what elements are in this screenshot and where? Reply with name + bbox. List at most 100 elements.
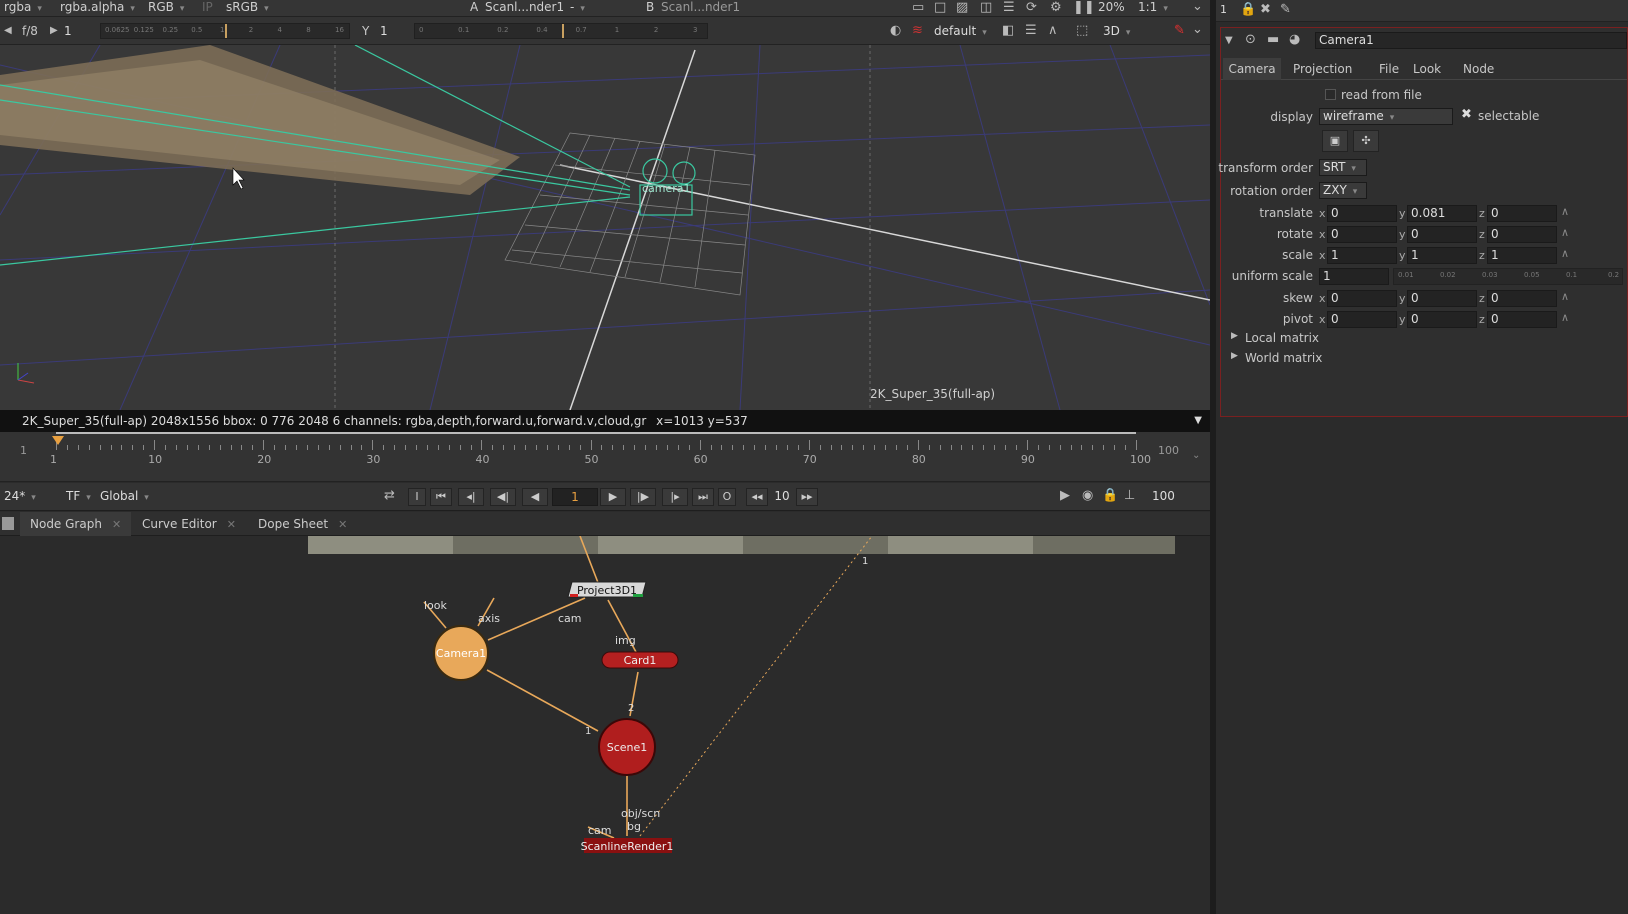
refresh-icon[interactable]: ⟳: [1026, 1, 1037, 15]
alpha-dropdown[interactable]: rgba.alpha: [60, 0, 135, 17]
wipe-icon[interactable]: ◫: [980, 1, 992, 15]
first-frame-button[interactable]: ⏮: [430, 488, 452, 506]
color-icon[interactable]: ◕: [1289, 33, 1300, 47]
channels-dropdown[interactable]: rgba: [4, 0, 42, 17]
prev-key-button[interactable]: ◂|: [458, 488, 484, 506]
close-icon[interactable]: ✕: [338, 518, 347, 531]
zoom-dropdown[interactable]: 20%: [1098, 0, 1125, 17]
tab-curve-editor[interactable]: Curve Editor ✕: [132, 512, 246, 536]
scanlinerender-node[interactable]: ScanlineRender1: [581, 838, 674, 853]
display-dropdown[interactable]: wireframe: [1319, 108, 1453, 125]
scale-z-input[interactable]: 1: [1487, 247, 1557, 264]
settings-icon[interactable]: ⚙: [1050, 1, 1062, 15]
skew-y-input[interactable]: 0: [1407, 290, 1477, 307]
read-from-file-checkbox[interactable]: [1325, 89, 1336, 100]
scope-dropdown[interactable]: Global: [100, 489, 149, 503]
gain-slider[interactable]: 0.0625 0.125 0.25 0.5 1 2 4 8 16: [100, 23, 350, 39]
record-icon[interactable]: ◉: [1082, 489, 1093, 503]
timeline-ruler[interactable]: 1 10 20 30 40 50 60 70 80 90 100: [50, 432, 1151, 482]
expand-triangle-icon[interactable]: ▶: [1231, 351, 1238, 361]
loop-icon[interactable]: ⇄: [384, 489, 395, 503]
close-all-icon[interactable]: ✖: [1260, 3, 1271, 17]
lock-icon[interactable]: 🔒: [1102, 489, 1118, 503]
animation-menu-icon[interactable]: ∧: [1561, 205, 1569, 218]
expand-triangle-icon[interactable]: ▶: [1231, 331, 1238, 341]
out-point-button[interactable]: O: [718, 488, 736, 506]
prev-frame-button[interactable]: ◀|: [490, 488, 516, 506]
rotate-y-input[interactable]: 0: [1407, 226, 1477, 243]
view-node-icon[interactable]: ⊙: [1245, 33, 1256, 47]
camera-node[interactable]: Camera1: [433, 625, 489, 681]
tab-node-graph[interactable]: Node Graph ✕: [20, 512, 132, 536]
selectable-checkbox[interactable]: ✖: [1461, 107, 1472, 122]
scene-node[interactable]: Scene1: [598, 718, 656, 776]
in-point-button[interactable]: I: [408, 488, 426, 506]
play-backward-button[interactable]: ◀: [522, 488, 548, 506]
pivot-y-input[interactable]: 0: [1407, 311, 1477, 328]
import-icon[interactable]: ▣: [1322, 130, 1348, 152]
paint-icon[interactable]: ✎: [1174, 24, 1185, 38]
tab-node[interactable]: Node: [1463, 58, 1494, 80]
rgb-mode-dropdown[interactable]: RGB: [148, 0, 184, 17]
chevron-double-down-icon[interactable]: ⌄: [1192, 450, 1200, 461]
node-graph[interactable]: look axis cam img 2 1 obj/scn bg cam 1 P…: [0, 536, 1210, 914]
menu-icon[interactable]: ☰: [1025, 24, 1037, 38]
tab-file[interactable]: File: [1379, 58, 1399, 80]
last-frame-value[interactable]: 100: [1152, 489, 1175, 503]
play-forward-button[interactable]: ▶: [600, 488, 626, 506]
curve-icon[interactable]: ∧: [1048, 24, 1058, 38]
step-value[interactable]: 10: [770, 489, 794, 503]
current-frame-input[interactable]: 1: [552, 488, 598, 506]
scale-y-input[interactable]: 1: [1407, 247, 1477, 264]
3d-viewport[interactable]: camera1 2K_Super_35(full-ap): [0, 45, 1210, 410]
local-matrix-toggle[interactable]: Local matrix: [1245, 331, 1319, 345]
lock-icon[interactable]: 🔒: [1240, 3, 1256, 17]
scale-x-input[interactable]: 1: [1327, 247, 1397, 264]
close-icon[interactable]: ✕: [227, 518, 236, 531]
tab-projection[interactable]: Projection: [1293, 58, 1352, 80]
tab-look[interactable]: Look: [1413, 58, 1441, 80]
snap-icon[interactable]: ✣: [1353, 130, 1379, 152]
list-icon[interactable]: ☰: [1003, 1, 1015, 15]
uniform-scale-input[interactable]: 1: [1319, 268, 1389, 285]
gamma-slider[interactable]: 0 0.1 0.2 0.4 0.7 1 2 3: [414, 23, 708, 39]
close-icon[interactable]: ✕: [112, 518, 121, 531]
rotate-x-input[interactable]: 0: [1327, 226, 1397, 243]
ip-button[interactable]: IP: [202, 0, 213, 17]
red-stripes-icon[interactable]: ≋: [912, 24, 923, 38]
timeline[interactable]: 1 1 10 20 30 40 50 60 70 80 90 100 100 ⌄: [0, 432, 1210, 482]
teapot-icon[interactable]: ◧: [1002, 24, 1014, 38]
selection-icon[interactable]: ⬚: [1076, 24, 1088, 38]
pause-icon[interactable]: ❚❚: [1073, 1, 1095, 15]
pencil-icon[interactable]: ✎: [1280, 3, 1291, 17]
animation-menu-icon[interactable]: ∧: [1561, 311, 1569, 324]
chevron-right-icon[interactable]: ▶: [50, 24, 58, 38]
triangle-down-icon[interactable]: ▼: [1194, 410, 1202, 432]
tab-camera[interactable]: Camera: [1223, 58, 1281, 80]
ratio-dropdown[interactable]: 1:1: [1138, 0, 1168, 17]
next-key-button[interactable]: |▸: [662, 488, 688, 506]
input-a-dropdown[interactable]: Scanl...nder1: [485, 0, 564, 17]
fstop-label[interactable]: f/8: [22, 24, 38, 38]
roi-icon[interactable]: □: [934, 1, 946, 15]
last-frame-button[interactable]: ⏭: [692, 488, 714, 506]
gamma-value[interactable]: 1: [380, 24, 388, 38]
stripes-icon[interactable]: ▨: [956, 1, 968, 15]
next-frame-button[interactable]: |▶: [630, 488, 656, 506]
panel-menu-icon[interactable]: [2, 517, 14, 530]
project3d-node[interactable]: Project3D1: [567, 581, 647, 598]
tab-dope-sheet[interactable]: Dope Sheet ✕: [248, 512, 357, 536]
chevron-left-icon[interactable]: ◀: [4, 24, 12, 38]
camera-view-icon[interactable]: ▬: [1267, 33, 1279, 47]
gain-value[interactable]: 1: [64, 24, 72, 38]
translate-x-input[interactable]: 0: [1327, 205, 1397, 222]
flipbook-icon[interactable]: ▶: [1060, 489, 1070, 503]
max-panels-value[interactable]: 1: [1220, 3, 1227, 16]
chevron-down-icon[interactable]: ⌄: [1192, 0, 1203, 14]
lut-dropdown[interactable]: sRGB: [226, 0, 269, 17]
translate-y-input[interactable]: 0.081: [1407, 205, 1477, 222]
skip-back-button[interactable]: ◂◂: [746, 488, 768, 506]
rotate-z-input[interactable]: 0: [1487, 226, 1557, 243]
collapse-triangle-icon[interactable]: ▼: [1225, 34, 1233, 48]
monitor-icon[interactable]: ▭: [912, 1, 924, 15]
